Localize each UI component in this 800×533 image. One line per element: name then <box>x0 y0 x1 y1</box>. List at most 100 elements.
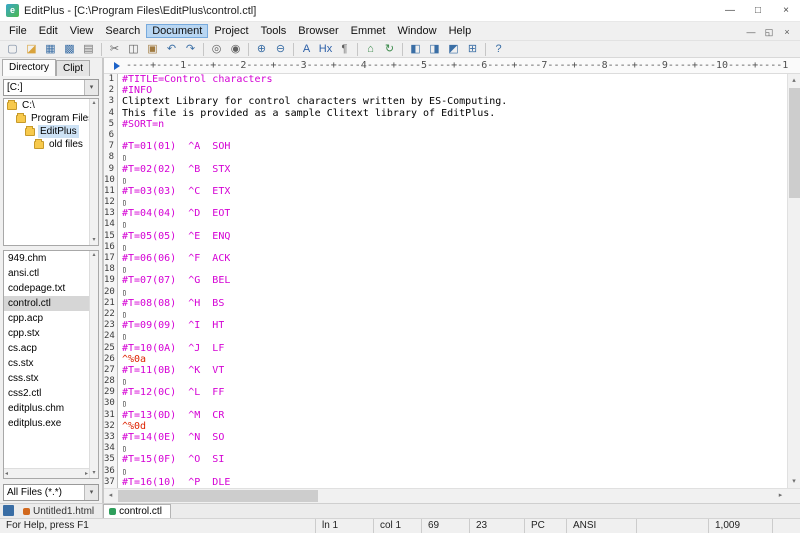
menu-item[interactable]: Tools <box>255 24 293 38</box>
code-line[interactable]: 25 #T=10(0A) ^J LF <box>104 343 787 354</box>
zoom-out-button[interactable]: ⊖ <box>271 41 290 57</box>
code-line[interactable]: 5 #SORT=n <box>104 119 787 130</box>
file-item[interactable]: control.ctl <box>4 296 98 311</box>
menu-item[interactable]: Emmet <box>345 24 392 38</box>
document-selector-button[interactable] <box>3 505 14 516</box>
file-item[interactable]: cpp.stx <box>4 326 98 341</box>
toolbar-button[interactable] <box>245 41 252 57</box>
tree-item[interactable]: C:\ <box>4 99 98 112</box>
replace-button[interactable]: ◉ <box>226 41 245 57</box>
menu-item[interactable]: File <box>3 24 33 38</box>
code-line[interactable]: 6 <box>104 130 787 141</box>
refresh-browser-button[interactable]: ↻ <box>380 41 399 57</box>
code-line[interactable]: 33 #T=14(0E) ^N SO <box>104 432 787 443</box>
file-list-hscrollbar[interactable]: ◂ ▸ <box>4 468 89 478</box>
code-line[interactable]: 34 ▯ <box>104 443 787 454</box>
code-line[interactable]: 3 Cliptext Library for control character… <box>104 96 787 107</box>
code-line[interactable]: 1 #TITLE=Control characters <box>104 74 787 85</box>
toolbar-button[interactable] <box>482 41 489 57</box>
toolbar-button[interactable] <box>98 41 105 57</box>
text-area[interactable]: 1 #TITLE=Control characters 2 #INFO 3 Cl… <box>104 74 800 488</box>
file-item[interactable]: css2.ctl <box>4 386 98 401</box>
code-line[interactable]: 29 #T=12(0C) ^L FF <box>104 387 787 398</box>
fullscreen-button[interactable]: ⊞ <box>463 41 482 57</box>
code-line[interactable]: 13 #T=04(04) ^D EOT <box>104 208 787 219</box>
hex-viewer-button[interactable]: Hx <box>316 41 335 57</box>
code-line[interactable]: 2 #INFO <box>104 85 787 96</box>
scroll-down-icon[interactable]: ▾ <box>90 236 98 245</box>
tree-item[interactable]: EditPlus <box>4 125 98 138</box>
scroll-left-icon[interactable]: ◂ <box>5 470 8 477</box>
hscroll-thumb[interactable] <box>118 490 318 502</box>
code-line[interactable]: 17 #T=06(06) ^F ACK <box>104 253 787 264</box>
code-line[interactable]: 37 #T=16(10) ^P DLE <box>104 477 787 488</box>
vscroll-thumb[interactable] <box>789 88 800 198</box>
code-line[interactable]: 14 ▯ <box>104 219 787 230</box>
code-line[interactable]: 7 #T=01(01) ^A SOH <box>104 141 787 152</box>
paste-button[interactable]: ▣ <box>143 41 162 57</box>
minimize-button[interactable]: — <box>716 0 744 22</box>
copy-button[interactable]: ◫ <box>124 41 143 57</box>
file-list-scrollbar[interactable]: ▴ ▾ <box>89 251 98 478</box>
mdi-restore-button[interactable]: ◱ <box>760 24 778 39</box>
file-item[interactable]: ansi.ctl <box>4 266 98 281</box>
file-item[interactable]: codepage.txt <box>4 281 98 296</box>
chevron-down-icon[interactable]: ▾ <box>84 80 98 95</box>
menu-item[interactable]: Help <box>443 24 478 38</box>
maximize-button[interactable]: □ <box>744 0 772 22</box>
scroll-up-icon[interactable]: ▴ <box>788 74 800 87</box>
zoom-in-button[interactable]: ⊕ <box>252 41 271 57</box>
keyboard-help-button[interactable]: ? <box>489 41 508 57</box>
code-line[interactable]: 21 #T=08(08) ^H BS <box>104 298 787 309</box>
mdi-minimize-button[interactable]: — <box>742 24 760 39</box>
code-line[interactable]: 8 ▯ <box>104 152 787 163</box>
word-wrap-button[interactable]: ¶ <box>335 41 354 57</box>
undo-button[interactable]: ↶ <box>162 41 181 57</box>
document-tab[interactable]: control.ctl <box>103 504 171 518</box>
save-file-button[interactable]: ▦ <box>41 41 60 57</box>
editor-hscrollbar[interactable]: ◂ ▸ <box>104 488 800 503</box>
editor-vscrollbar[interactable]: ▴ ▾ <box>787 74 800 488</box>
toolbar-button[interactable] <box>200 41 207 57</box>
scroll-up-icon[interactable]: ▴ <box>90 251 98 260</box>
code-line[interactable]: 22 ▯ <box>104 309 787 320</box>
code-line[interactable]: 10 ▯ <box>104 175 787 186</box>
menu-item[interactable]: Project <box>208 24 254 38</box>
scroll-right-icon[interactable]: ▸ <box>85 470 88 477</box>
redo-button[interactable]: ↷ <box>181 41 200 57</box>
file-item[interactable]: cs.acp <box>4 341 98 356</box>
code-line[interactable]: 28 ▯ <box>104 376 787 387</box>
scroll-down-icon[interactable]: ▾ <box>90 469 98 478</box>
menu-item[interactable]: Window <box>391 24 442 38</box>
code-line[interactable]: 19 #T=07(07) ^G BEL <box>104 275 787 286</box>
code-line[interactable]: 15 #T=05(05) ^E ENQ <box>104 231 787 242</box>
code-line[interactable]: 27 #T=11(0B) ^K VT <box>104 365 787 376</box>
print-button[interactable]: ▤ <box>79 41 98 57</box>
file-item[interactable]: css.stx <box>4 371 98 386</box>
menu-item[interactable]: Search <box>99 24 146 38</box>
tree-item[interactable]: old files <box>4 138 98 151</box>
chevron-down-icon[interactable]: ▾ <box>84 485 98 500</box>
file-filter-selector[interactable]: All Files (*.*) ▾ <box>3 484 99 501</box>
code-line[interactable]: 31 #T=13(0D) ^M CR <box>104 410 787 421</box>
cut-button[interactable]: ✂ <box>105 41 124 57</box>
cliptext-window-button[interactable]: ◧ <box>406 41 425 57</box>
menu-item[interactable]: Browser <box>292 24 344 38</box>
code-line[interactable]: 16 ▯ <box>104 242 787 253</box>
code-line[interactable]: 12 ▯ <box>104 197 787 208</box>
sidebar-tab[interactable]: Clipt <box>56 60 90 76</box>
browser-view-button[interactable]: ⌂ <box>361 41 380 57</box>
code-line[interactable]: 26 ^%0a <box>104 354 787 365</box>
scroll-up-icon[interactable]: ▴ <box>90 99 98 108</box>
code-line[interactable]: 4 This file is provided as a sample Clit… <box>104 108 787 119</box>
code-line[interactable]: 18 ▯ <box>104 264 787 275</box>
toolbar-button[interactable] <box>354 41 361 57</box>
code-line[interactable]: 11 #T=03(03) ^C ETX <box>104 186 787 197</box>
drive-selector[interactable]: [C:] ▾ <box>3 79 99 96</box>
toolbar-button[interactable] <box>399 41 406 57</box>
document-tab[interactable]: Untitled1.html <box>18 504 103 518</box>
file-item[interactable]: editplus.exe <box>4 416 98 431</box>
toolbar-button[interactable] <box>290 41 297 57</box>
close-button[interactable]: × <box>772 0 800 22</box>
scroll-left-icon[interactable]: ◂ <box>104 489 117 503</box>
